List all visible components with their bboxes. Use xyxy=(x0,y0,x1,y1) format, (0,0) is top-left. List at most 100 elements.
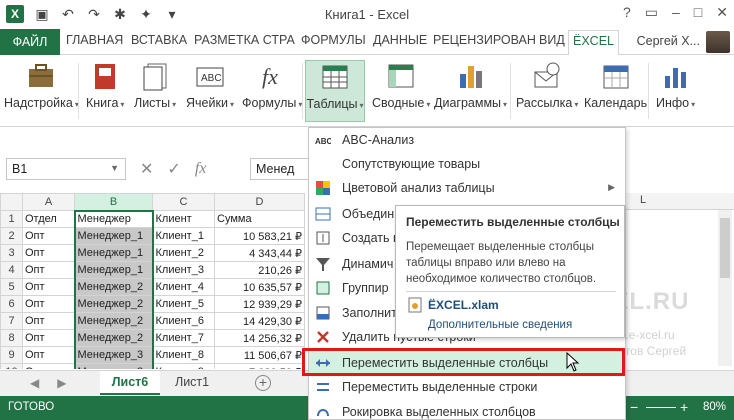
tab-home[interactable]: ГЛАВНАЯ xyxy=(66,33,123,47)
menu-item-abc-analysis[interactable]: ABC ABC-Анализ xyxy=(309,128,625,152)
cell[interactable]: Менеджер_2 xyxy=(73,278,154,296)
zoom-slider[interactable] xyxy=(646,407,676,408)
row-header[interactable]: 8 xyxy=(0,329,23,347)
sheet-tab-active[interactable]: Лист6 xyxy=(100,371,160,395)
ribbon-info-button[interactable]: Инфо ▾ xyxy=(656,60,695,122)
menu-item-color-analysis[interactable]: Цветовой анализ таблицы ▶ xyxy=(309,176,625,200)
ribbon-cells-button[interactable]: ABC Ячейки ▾ xyxy=(186,60,234,122)
cell[interactable]: Опт xyxy=(22,312,75,330)
ribbon-pivots-button[interactable]: Сводные ▾ xyxy=(372,60,430,122)
zoom-in-button[interactable]: + xyxy=(680,399,688,415)
row-header[interactable]: 3 xyxy=(0,244,23,262)
sheet-next-icon[interactable]: ▶ xyxy=(57,376,66,390)
cell[interactable]: Менеджер_1 xyxy=(73,227,154,245)
cell[interactable]: Клиент_7 xyxy=(152,329,215,347)
cell[interactable]: 10 583,21 ₽ xyxy=(214,227,305,245)
cell[interactable]: Клиент_6 xyxy=(152,312,215,330)
cell[interactable]: Менеджер_2 xyxy=(73,312,154,330)
row-header[interactable]: 9 xyxy=(0,346,23,364)
cell[interactable]: Опт xyxy=(22,278,75,296)
menu-item-move-rows[interactable]: Переместить выделенные строки xyxy=(309,375,625,399)
cell[interactable]: Клиент_2 xyxy=(152,244,215,262)
sheet-prev-icon[interactable]: ◀ xyxy=(30,376,39,390)
user-name[interactable]: Сергей Х... xyxy=(637,34,700,48)
tab-excel-addin[interactable]: ЁXCEL xyxy=(568,30,619,56)
cell[interactable]: Менеджер_3 xyxy=(73,363,154,369)
cell[interactable]: Менеджер_3 xyxy=(73,346,154,364)
select-all-corner[interactable] xyxy=(0,193,23,211)
tab-review[interactable]: РЕЦЕНЗИРОВАН xyxy=(433,33,536,47)
tab-formulas[interactable]: ФОРМУЛЫ xyxy=(301,33,366,47)
cell[interactable]: 7 030,50 ₽ xyxy=(214,363,305,369)
cell[interactable]: 10 635,57 ₽ xyxy=(214,278,305,296)
cell[interactable]: Опт xyxy=(22,261,75,279)
cell[interactable]: Клиент_9 xyxy=(152,363,215,369)
cell[interactable]: Менеджер_1 xyxy=(73,244,154,262)
ribbon-book-button[interactable]: Книга ▾ xyxy=(86,60,124,122)
vertical-scrollbar[interactable] xyxy=(718,210,732,366)
cell[interactable]: Менеджер_1 xyxy=(73,261,154,279)
cell[interactable]: Менеджер_2 xyxy=(73,295,154,313)
cell[interactable]: Опт xyxy=(22,295,75,313)
row-header[interactable]: 6 xyxy=(0,295,23,313)
cell[interactable]: Опт xyxy=(22,244,75,262)
cell[interactable]: Менеджер xyxy=(73,210,154,228)
cell[interactable]: 14 256,32 ₽ xyxy=(214,329,305,347)
insert-function-icon[interactable]: fx xyxy=(195,160,207,178)
cell[interactable]: Менеджер_2 xyxy=(73,329,154,347)
cell[interactable]: Клиент xyxy=(152,210,215,228)
ribbon-formulas-button[interactable]: fx Формулы ▾ xyxy=(242,60,302,122)
ribbon-sheets-button[interactable]: Листы ▾ xyxy=(134,60,176,122)
row-header[interactable]: 10 xyxy=(0,363,23,369)
row-header[interactable]: 2 xyxy=(0,227,23,245)
tooltip-more-link[interactable]: Дополнительные сведения xyxy=(428,319,572,331)
cell[interactable]: 4 343,44 ₽ xyxy=(214,244,305,262)
tab-page-layout[interactable]: РАЗМЕТКА СТРА xyxy=(194,33,295,47)
cell[interactable]: Клиент_5 xyxy=(152,295,215,313)
row-header[interactable]: 7 xyxy=(0,312,23,330)
cell[interactable]: 12 939,29 ₽ xyxy=(214,295,305,313)
cancel-icon[interactable]: ✕ xyxy=(140,159,153,179)
tab-data[interactable]: ДАННЫЕ xyxy=(373,33,427,47)
check-icon[interactable]: ✓ xyxy=(167,159,180,179)
tab-view[interactable]: ВИД xyxy=(539,33,565,47)
cell[interactable]: Клиент_3 xyxy=(152,261,215,279)
scroll-thumb[interactable] xyxy=(720,218,730,278)
cell[interactable]: Сумма xyxy=(214,210,305,228)
chevron-down-icon[interactable]: ▼ xyxy=(110,163,119,173)
column-header-selected[interactable]: B xyxy=(74,193,153,212)
menu-item-swap-columns[interactable]: Рокировка выделенных столбцов xyxy=(309,400,625,419)
ribbon-calendar-button[interactable]: Календарь xyxy=(584,60,647,122)
cell[interactable]: 210,26 ₽ xyxy=(214,261,305,279)
name-box[interactable]: B1 ▼ xyxy=(6,158,126,180)
formula-input[interactable]: Менед xyxy=(250,158,310,180)
column-header[interactable]: A xyxy=(22,193,75,211)
cell[interactable]: Клиент_8 xyxy=(152,346,215,364)
minimize-button[interactable]: – xyxy=(672,4,680,21)
cell[interactable]: Отдел xyxy=(22,210,75,228)
cell[interactable]: Опт xyxy=(22,346,75,364)
zoom-level[interactable]: 80% xyxy=(703,401,726,413)
row-header[interactable]: 4 xyxy=(0,261,23,279)
zoom-out-button[interactable]: − xyxy=(630,399,638,415)
avatar[interactable] xyxy=(706,31,730,53)
menu-item-related-products[interactable]: Сопутствующие товары xyxy=(309,152,625,176)
cell[interactable]: Клиент_4 xyxy=(152,278,215,296)
ribbon-mailing-button[interactable]: Рассылка ▾ xyxy=(516,60,578,122)
cell[interactable]: Опт xyxy=(22,329,75,347)
ribbon-addins-button[interactable]: Надстройка ▾ xyxy=(4,60,79,122)
column-header[interactable]: C xyxy=(152,193,215,211)
help-button[interactable]: ? xyxy=(623,4,631,21)
tab-insert[interactable]: ВСТАВКА xyxy=(131,33,187,47)
tab-file[interactable]: ФАЙЛ xyxy=(0,29,60,55)
cell[interactable]: 11 506,67 ₽ xyxy=(214,346,305,364)
row-header[interactable]: 1 xyxy=(0,210,23,228)
row-header[interactable]: 5 xyxy=(0,278,23,296)
ribbon-tables-button[interactable]: Таблицы ▾ xyxy=(305,60,365,122)
add-sheet-button[interactable]: + xyxy=(255,375,271,391)
close-button[interactable]: ✕ xyxy=(716,4,728,21)
column-header[interactable]: L xyxy=(640,194,646,206)
cell[interactable]: Клиент_1 xyxy=(152,227,215,245)
cell[interactable]: Опт xyxy=(22,227,75,245)
column-header[interactable]: D xyxy=(214,193,305,211)
